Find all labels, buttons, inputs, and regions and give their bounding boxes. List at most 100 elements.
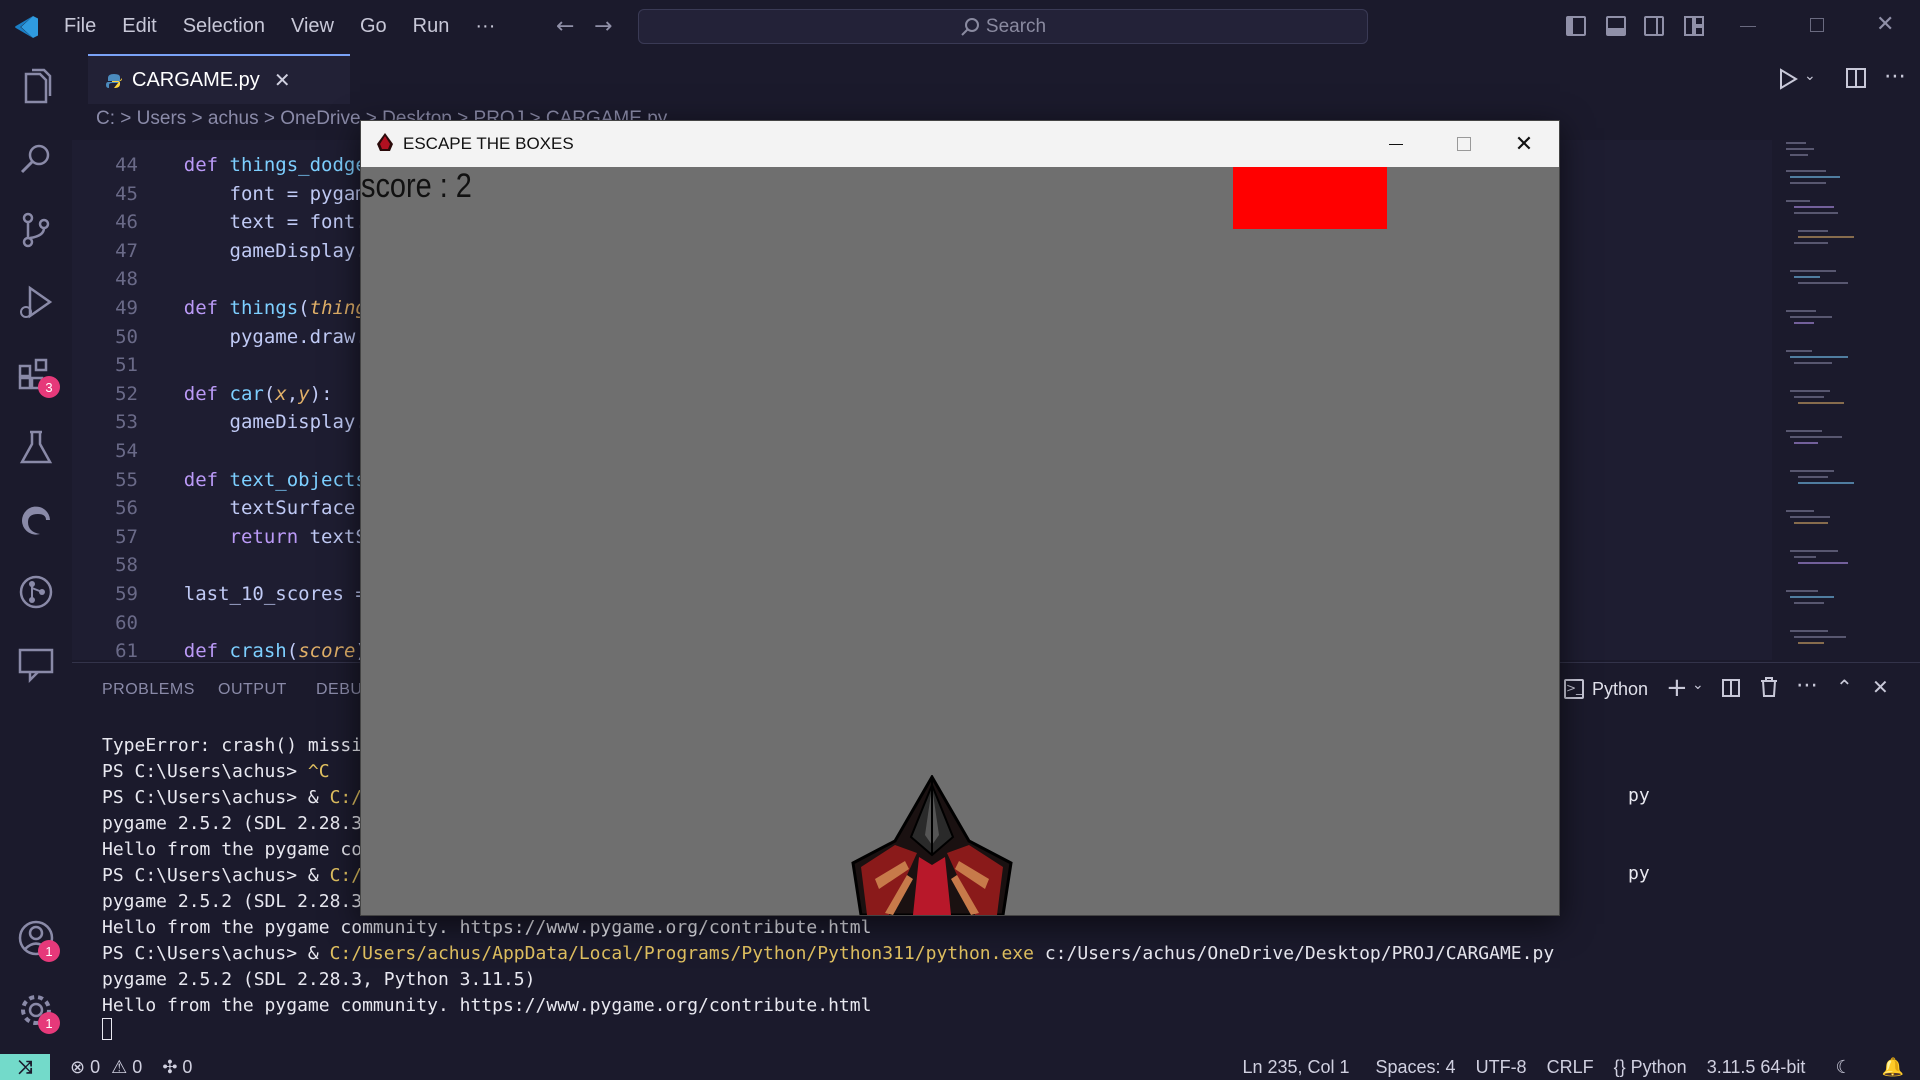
restore-window-icon[interactable] <box>1810 18 1824 32</box>
close-panel-icon[interactable]: ✕ <box>1872 675 1889 699</box>
run-debug-icon[interactable] <box>14 280 58 324</box>
remote-indicator-icon[interactable]: ⤨ <box>0 1054 50 1080</box>
pygame-window[interactable]: ESCAPE THE BOXES ✕ score : 2 <box>360 120 1560 916</box>
copilot-moon-icon[interactable]: ☾ <box>1835 1057 1851 1078</box>
code-line[interactable]: 48 <box>72 268 184 296</box>
explorer-icon[interactable] <box>14 66 58 110</box>
code-keyword: def <box>183 382 230 405</box>
game-maximize-icon[interactable] <box>1431 121 1497 167</box>
menu-more[interactable]: ··· <box>475 15 495 38</box>
warnings-count: 0 <box>132 1056 143 1077</box>
run-python-file-icon[interactable] <box>1778 68 1798 94</box>
edge-devtools-icon[interactable] <box>14 498 58 542</box>
errors-status[interactable]: ⊗ 0 ⚠ 0 <box>70 1057 142 1078</box>
warning-icon: ⚠ <box>111 1056 128 1077</box>
split-terminal-icon[interactable] <box>1722 679 1740 697</box>
code-line[interactable]: 56 textSurface <box>72 497 367 525</box>
minimize-window-icon[interactable] <box>1740 26 1756 27</box>
customize-layout-icon[interactable] <box>1684 16 1704 36</box>
code-line[interactable]: 52 def car(x,y): <box>72 382 332 411</box>
language-mode[interactable]: {} Python <box>1614 1057 1687 1078</box>
close-window-icon[interactable]: ✕ <box>1876 12 1894 37</box>
tab-output[interactable]: OUTPUT <box>218 681 287 699</box>
line-number: 52 <box>115 382 138 405</box>
code-line[interactable]: 47 gameDisplay. <box>72 240 367 268</box>
player-ship <box>849 774 1015 915</box>
terminal-text: Hello from the pygame co <box>102 839 363 860</box>
code-keyword: def <box>183 640 230 663</box>
notifications-bell-icon[interactable]: 🔔 <box>1882 1057 1904 1078</box>
encoding-status[interactable]: UTF-8 <box>1476 1057 1527 1078</box>
game-minimize-icon[interactable] <box>1363 121 1429 167</box>
code-line[interactable]: 44 def things_dodged <box>72 154 378 182</box>
cursor-position[interactable]: Ln 235, Col 1 <box>1242 1057 1349 1078</box>
code-line[interactable]: 49 def things(thing <box>72 297 367 325</box>
menu-selection[interactable]: Selection <box>183 15 265 38</box>
git-graph-icon[interactable] <box>14 570 58 614</box>
toggle-primary-sidebar-icon[interactable] <box>1566 16 1586 36</box>
code-param: score <box>298 640 356 663</box>
accounts-icon[interactable]: 1 <box>14 916 60 962</box>
forward-arrow-icon[interactable]: → <box>594 14 612 39</box>
line-number: 54 <box>115 440 138 462</box>
kill-terminal-trash-icon[interactable] <box>1760 677 1778 701</box>
python-interpreter[interactable]: 3.11.5 64-bit <box>1707 1057 1806 1078</box>
pygame-window-titlebar[interactable]: ESCAPE THE BOXES ✕ <box>361 121 1559 167</box>
line-number: 44 <box>115 154 138 176</box>
menu-go[interactable]: Go <box>360 15 387 38</box>
code-line[interactable]: 59 last_10_scores = <box>72 583 367 611</box>
terminal-text: PS C:\Users\achus> & <box>102 865 330 886</box>
eol-status[interactable]: CRLF <box>1547 1057 1594 1078</box>
split-editor-icon[interactable] <box>1846 68 1866 88</box>
terminal-text: PS C:\Users\achus> <box>102 761 308 782</box>
code-line[interactable]: 53 gameDisplay. <box>72 411 367 439</box>
menu-view[interactable]: View <box>291 15 334 38</box>
code-function-name: things <box>229 297 299 319</box>
toggle-secondary-sidebar-icon[interactable] <box>1644 16 1664 36</box>
minimap[interactable] <box>1776 140 1856 660</box>
code-line[interactable]: 51 <box>72 354 184 382</box>
menu-file[interactable]: File <box>64 15 96 38</box>
extensions-icon[interactable]: 3 <box>14 352 60 398</box>
tab-cargame-py[interactable]: CARGAME.py ✕ <box>88 54 350 104</box>
tab-problems[interactable]: PROBLEMS <box>102 681 195 699</box>
close-tab-icon[interactable]: ✕ <box>274 68 291 93</box>
ports-count: 0 <box>182 1056 193 1077</box>
toggle-panel-icon[interactable] <box>1606 16 1626 36</box>
code-line[interactable]: 45 font = pygam <box>72 183 367 211</box>
terminal-launch-chevron-icon[interactable]: ⌄ <box>1692 677 1704 693</box>
terminal-text: PS C:\Users\achus> & <box>102 943 330 964</box>
code-text: pygame.draw. <box>229 325 367 348</box>
game-close-icon[interactable]: ✕ <box>1491 121 1557 167</box>
code-punct: ( <box>263 382 276 405</box>
settings-gear-icon[interactable]: 1 <box>14 988 60 1034</box>
ports-status[interactable]: ✣ 0 <box>162 1057 192 1078</box>
menu-run[interactable]: Run <box>413 15 450 38</box>
line-number: 47 <box>115 239 138 262</box>
new-terminal-icon[interactable]: + <box>1666 673 1688 703</box>
code-line[interactable]: 54 <box>72 440 184 468</box>
activity-bar: 3 1 1 <box>0 54 72 1054</box>
code-line[interactable]: 58 <box>72 554 184 582</box>
game-canvas[interactable]: score : 2 <box>361 167 1559 915</box>
code-line[interactable]: 46 text = font. <box>72 211 367 239</box>
code-line[interactable]: 55 def text_objects <box>72 469 367 497</box>
terminal-shell-label[interactable]: Python <box>1592 679 1648 700</box>
menu-edit[interactable]: Edit <box>122 15 156 38</box>
code-line[interactable]: 50 pygame.draw. <box>72 326 367 354</box>
testing-flask-icon[interactable] <box>14 426 58 470</box>
braces-icon: {} <box>1613 1056 1626 1077</box>
editor-more-actions-icon[interactable]: ⋯ <box>1884 64 1906 89</box>
panel-more-actions-icon[interactable]: ⋯ <box>1796 673 1818 698</box>
maximize-panel-chevron-icon[interactable]: ⌃ <box>1836 675 1853 699</box>
tab-debug-console[interactable]: DEBU <box>316 681 362 699</box>
command-search-input[interactable]: Search <box>638 9 1368 44</box>
code-line[interactable]: 57 return textS <box>72 526 367 554</box>
run-options-chevron-icon[interactable]: ⌄ <box>1804 68 1816 84</box>
remote-explorer-icon[interactable] <box>14 642 58 686</box>
indentation-status[interactable]: Spaces: 4 <box>1376 1057 1456 1078</box>
search-sidebar-icon[interactable] <box>14 138 58 182</box>
code-line[interactable]: 60 <box>72 612 184 640</box>
back-arrow-icon[interactable]: ← <box>556 14 574 39</box>
source-control-icon[interactable] <box>14 208 58 252</box>
